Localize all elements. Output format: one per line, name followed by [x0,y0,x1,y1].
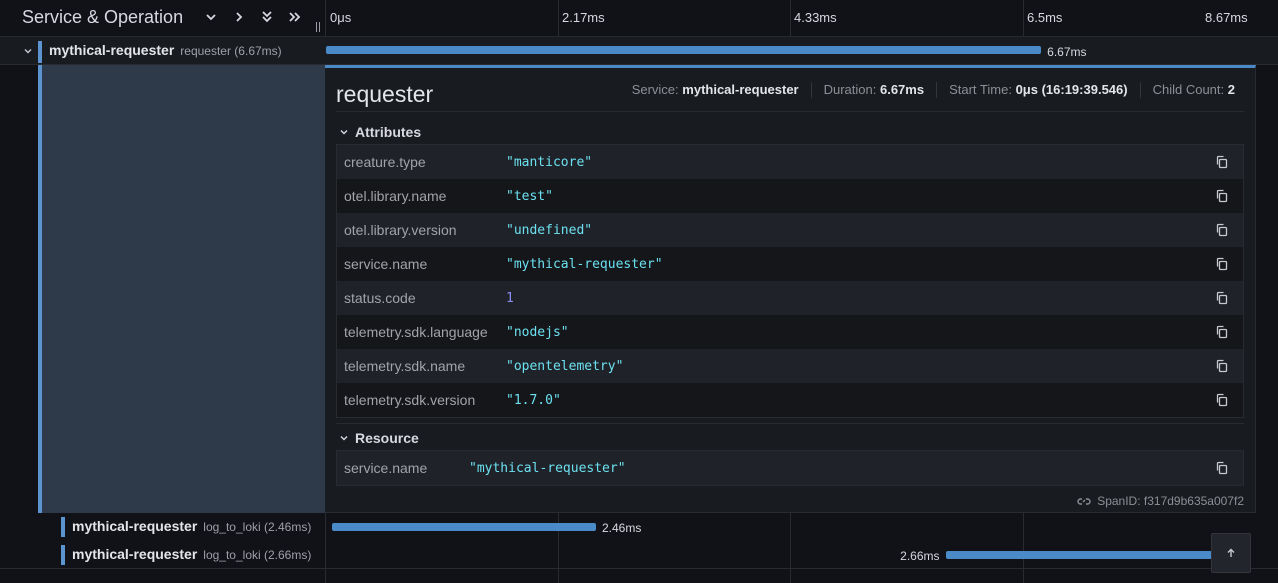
span-detail-indent [38,65,325,513]
kv-row: otel.library.name "test" [337,179,1243,213]
span-id-link[interactable]: SpanID: f317d9b635a007f2 [1077,494,1244,508]
collapse-span-toggle[interactable] [22,44,34,56]
service-color-bar [61,545,65,565]
chevron-right-icon [236,12,243,22]
double-chevron-right-icon [289,12,301,22]
span-service-name: mythical-requester [72,546,198,562]
kv-row: creature.type "manticore" [337,145,1243,179]
kv-row: telemetry.sdk.version "1.7.0" [337,383,1243,417]
gridline [558,0,559,37]
span-operation-name: log_to_loki (2.46ms) [203,520,312,534]
kv-value: "mythical-requester" [506,256,663,272]
meta-service: Service: mythical-requester [631,82,799,97]
kv-key: status.code [344,290,416,306]
tick-label: 2.17ms [562,10,605,25]
copy-icon[interactable] [1215,359,1229,373]
gridline [1023,0,1024,37]
kv-value: "nodejs" [506,324,569,340]
kv-row: status.code 1 [337,281,1243,315]
span-service-name: mythical-requester [49,42,175,58]
tick-label: 0μs [330,10,352,25]
kv-value: "mythical-requester" [469,460,626,476]
copy-icon[interactable] [1215,223,1229,237]
column-resizer[interactable] [316,22,320,32]
span-detail-title: requester [336,81,434,107]
kv-row: telemetry.sdk.name "opentelemetry" [337,349,1243,383]
span-duration-label: 2.46ms [602,521,642,535]
meta-start-time: Start Time: 0μs (16:19:39.546) [936,82,1140,98]
expand-one-button[interactable] [229,7,249,27]
span-duration-bar[interactable] [326,46,1042,54]
resource-section-label: Resource [355,430,419,446]
span-row-root[interactable]: mythical-requester requester (6.67ms) 6.6… [0,37,1278,65]
collapse-all-button[interactable] [257,7,277,27]
resource-section-toggle[interactable]: Resource [339,430,419,446]
chevron-down-icon [340,130,348,135]
kv-value: "test" [506,188,553,204]
link-icon [1077,498,1091,505]
column-title: Service & Operation [22,7,184,27]
span-row-child[interactable]: mythical-requester log_to_loki (2.66ms) 2… [0,541,1278,569]
kv-row: telemetry.sdk.language "nodejs" [337,315,1243,349]
copy-icon[interactable] [1215,393,1229,407]
kv-key: otel.library.name [344,188,447,204]
copy-icon[interactable] [1215,257,1229,271]
kv-key: creature.type [344,154,426,170]
meta-duration: Duration: 6.67ms [810,82,936,98]
copy-icon[interactable] [1215,291,1229,305]
kv-key: telemetry.sdk.version [344,392,476,408]
scroll-to-top-button[interactable] [1211,533,1251,573]
copy-icon[interactable] [1215,325,1229,339]
kv-key: telemetry.sdk.name [344,358,466,374]
copy-icon[interactable] [1215,189,1229,203]
gridline [790,0,791,37]
kv-key: telemetry.sdk.language [344,324,488,340]
kv-key: service.name [344,460,428,476]
tick-label: 6.5ms [1027,10,1063,25]
kv-value: "manticore" [506,154,593,170]
attributes-section-label: Attributes [355,124,422,140]
expand-all-button[interactable] [285,7,305,27]
span-service-name: mythical-requester [72,518,198,534]
span-duration-bar[interactable] [332,523,596,531]
kv-row: otel.library.version "undefined" [337,213,1243,247]
timeline-header: Service & Operation 0μs 2.17ms 4.33ms 6.… [0,0,1278,37]
divider [336,111,1244,112]
resource-table: service.name "mythical-requester" [336,450,1244,486]
span-operation-name: log_to_loki (2.66ms) [203,548,312,562]
kv-row: service.name "mythical-requester" [337,247,1243,281]
span-id-value: f317d9b635a007f2 [1143,494,1244,508]
chevron-down-icon [340,436,348,441]
chevron-down-icon [206,14,216,21]
span-detail-panel: requester Service: mythical-requester Du… [325,65,1256,513]
span-detail-meta: Service: mythical-requester Duration: 6.… [620,82,1247,98]
span-operation-name: requester (6.67ms) [180,44,282,58]
service-color-bar [61,517,65,537]
span-row-child[interactable]: mythical-requester log_to_loki (2.46ms) 2… [0,513,1278,541]
span-duration-label: 2.66ms [900,549,940,563]
tick-label: 8.67ms [1205,10,1248,25]
attributes-table: creature.type "manticore" otel.library.nam… [336,144,1244,418]
span-duration-bar[interactable] [946,551,1213,559]
kv-key: otel.library.version [344,222,457,238]
service-color-bar [38,41,42,63]
kv-row: service.name "mythical-requester" [337,451,1243,485]
kv-value: 1 [506,290,514,306]
double-chevron-down-icon [262,11,272,23]
divider [336,423,1244,424]
span-duration-label: 6.67ms [1047,45,1087,59]
kv-value: "opentelemetry" [506,358,624,374]
chevron-down-icon [24,49,32,54]
kv-key: service.name [344,256,428,272]
tick-label: 4.33ms [794,10,837,25]
kv-value: "1.7.0" [506,392,561,408]
attributes-section-toggle[interactable]: Attributes [339,124,421,140]
span-id-label: SpanID: [1097,494,1141,508]
collapse-one-button[interactable] [201,7,221,27]
arrow-up-icon [1227,548,1235,557]
kv-value: "undefined" [506,222,593,238]
copy-icon[interactable] [1215,155,1229,169]
copy-icon[interactable] [1215,461,1229,475]
meta-child-count: Child Count: 2 [1139,82,1247,98]
